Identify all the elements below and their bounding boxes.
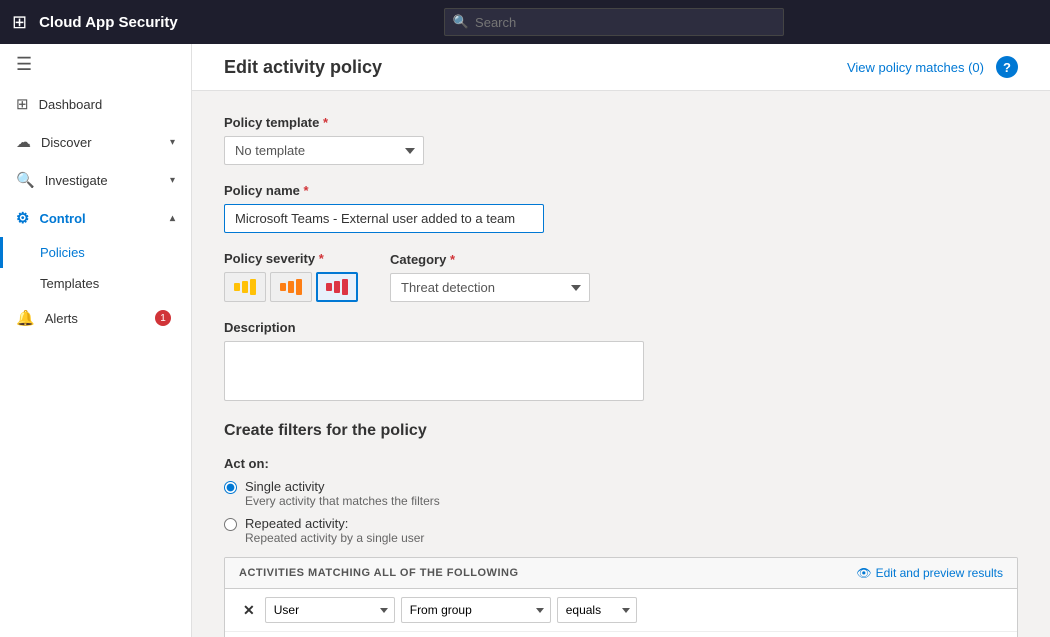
search-icon: 🔍 [453, 14, 469, 30]
filter-1-col1[interactable]: User [265, 597, 395, 623]
filter-1-col3[interactable]: equals [557, 597, 637, 623]
severity-medium-button[interactable] [270, 272, 312, 302]
radio-repeated-input[interactable] [224, 518, 237, 531]
sidebar-sub-label-policies: Policies [40, 245, 85, 260]
app-title: Cloud App Security [39, 14, 178, 31]
content-header: Edit activity policy View policy matches… [192, 44, 1050, 91]
policy-template-select[interactable]: No template [224, 136, 424, 165]
filter-remove-1[interactable]: ✕ [239, 600, 259, 621]
filters-header: ACTIVITIES MATCHING ALL OF THE FOLLOWING… [225, 558, 1017, 589]
sev-bar-med-1 [280, 283, 286, 291]
severity-low-button[interactable] [224, 272, 266, 302]
policy-severity-label: Policy severity * [224, 251, 358, 266]
policy-name-input[interactable] [224, 204, 544, 233]
category-group: Category * Threat detection Access contr… [390, 252, 590, 302]
policy-template-group: Policy template * No template [224, 115, 1018, 165]
sev-bar-low-3 [250, 279, 256, 295]
severity-high-button[interactable] [316, 272, 358, 302]
sidebar-sub-item-templates[interactable]: Templates [0, 268, 191, 299]
alert-badge: 1 [155, 310, 171, 326]
investigate-icon: 🔍 [16, 171, 35, 189]
sidebar-label-control: Control [39, 211, 170, 226]
radio-single-title: Single activity [245, 479, 440, 494]
required-star-2: * [304, 183, 309, 198]
sev-bar-low-2 [242, 281, 248, 293]
page-title: Edit activity policy [224, 57, 382, 78]
sidebar-sub-label-templates: Templates [40, 276, 99, 291]
severity-buttons [224, 272, 358, 302]
sidebar-label-investigate: Investigate [45, 173, 170, 188]
help-icon[interactable]: ? [996, 56, 1018, 78]
sidebar-item-investigate[interactable]: 🔍 Investigate ▾ [0, 161, 191, 199]
filter-row-1-sub: External users as Activity object only ⓘ [225, 632, 1017, 637]
policy-template-label: Policy template * [224, 115, 1018, 130]
sev-bar-high-2 [334, 281, 340, 293]
filter-1-col2[interactable]: From group [401, 597, 551, 623]
sidebar-item-dashboard[interactable]: ⊞ Dashboard [0, 85, 191, 123]
sidebar-label-dashboard: Dashboard [39, 97, 175, 112]
category-label: Category * [390, 252, 590, 267]
form-area: Policy template * No template Policy nam… [192, 91, 1050, 637]
policy-name-group: Policy name * [224, 183, 1018, 233]
view-policy-matches-link[interactable]: View policy matches (0) [847, 60, 984, 75]
top-nav: ⊞ Cloud App Security 🔍 [0, 0, 1050, 44]
radio-repeated-activity[interactable]: Repeated activity: Repeated activity by … [224, 516, 1018, 545]
sidebar-label-alerts: Alerts [45, 311, 155, 326]
content-area: Edit activity policy View policy matches… [192, 44, 1050, 637]
sev-bar-low-1 [234, 283, 240, 291]
search-input[interactable] [475, 15, 775, 30]
main-layout: ☰ ⊞ Dashboard ☁ Discover ▾ 🔍 Investigate… [0, 44, 1050, 637]
description-textarea[interactable] [224, 341, 644, 401]
radio-single-input[interactable] [224, 481, 237, 494]
sidebar-sub-item-policies[interactable]: Policies [0, 237, 191, 268]
eye-icon: 👁 [856, 566, 871, 580]
chevron-up-icon: ▴ [170, 213, 175, 224]
control-icon: ⚙ [16, 209, 29, 227]
radio-repeated-desc: Repeated activity by a single user [245, 531, 424, 545]
severity-category-row: Policy severity * [224, 251, 1018, 320]
act-on-label: Act on: [224, 456, 1018, 471]
edit-preview-button[interactable]: 👁 Edit and preview results [856, 566, 1003, 580]
discover-icon: ☁ [16, 133, 31, 151]
sev-bar-high-1 [326, 283, 332, 291]
required-star: * [323, 115, 328, 130]
filter-row-1: ✕ User From group equals [225, 589, 1017, 632]
radio-repeated-title: Repeated activity: [245, 516, 424, 531]
sev-bar-high-3 [342, 279, 348, 295]
description-label: Description [224, 320, 1018, 335]
header-actions: View policy matches (0) ? [847, 56, 1018, 78]
radio-single-activity[interactable]: Single activity Every activity that matc… [224, 479, 1018, 508]
sidebar-toggle[interactable]: ☰ [0, 44, 191, 85]
edit-preview-label: Edit and preview results [876, 566, 1003, 580]
category-select[interactable]: Threat detection Access control Data los… [390, 273, 590, 302]
waffle-icon[interactable]: ⊞ [12, 12, 27, 33]
sidebar-item-control[interactable]: ⚙ Control ▴ [0, 199, 191, 237]
sidebar-item-discover[interactable]: ☁ Discover ▾ [0, 123, 191, 161]
filters-section-title: Create filters for the policy [224, 422, 1018, 440]
policy-severity-group: Policy severity * [224, 251, 358, 302]
sidebar-label-discover: Discover [41, 135, 170, 150]
dashboard-icon: ⊞ [16, 95, 29, 113]
radio-single-desc: Every activity that matches the filters [245, 494, 440, 508]
sev-bar-med-3 [296, 279, 302, 295]
chevron-down-icon: ▾ [170, 175, 175, 186]
alerts-icon: 🔔 [16, 309, 35, 327]
filters-header-label: ACTIVITIES MATCHING ALL OF THE FOLLOWING [239, 567, 519, 579]
sidebar: ☰ ⊞ Dashboard ☁ Discover ▾ 🔍 Investigate… [0, 44, 192, 637]
search-bar: 🔍 [444, 8, 784, 36]
policy-name-label: Policy name * [224, 183, 1018, 198]
filters-box: ACTIVITIES MATCHING ALL OF THE FOLLOWING… [224, 557, 1018, 637]
chevron-down-icon: ▾ [170, 137, 175, 148]
filters-section: Create filters for the policy Act on: Si… [224, 422, 1018, 637]
sev-bar-med-2 [288, 281, 294, 293]
description-group: Description [224, 320, 1018, 404]
sidebar-item-alerts[interactable]: 🔔 Alerts 1 [0, 299, 191, 337]
